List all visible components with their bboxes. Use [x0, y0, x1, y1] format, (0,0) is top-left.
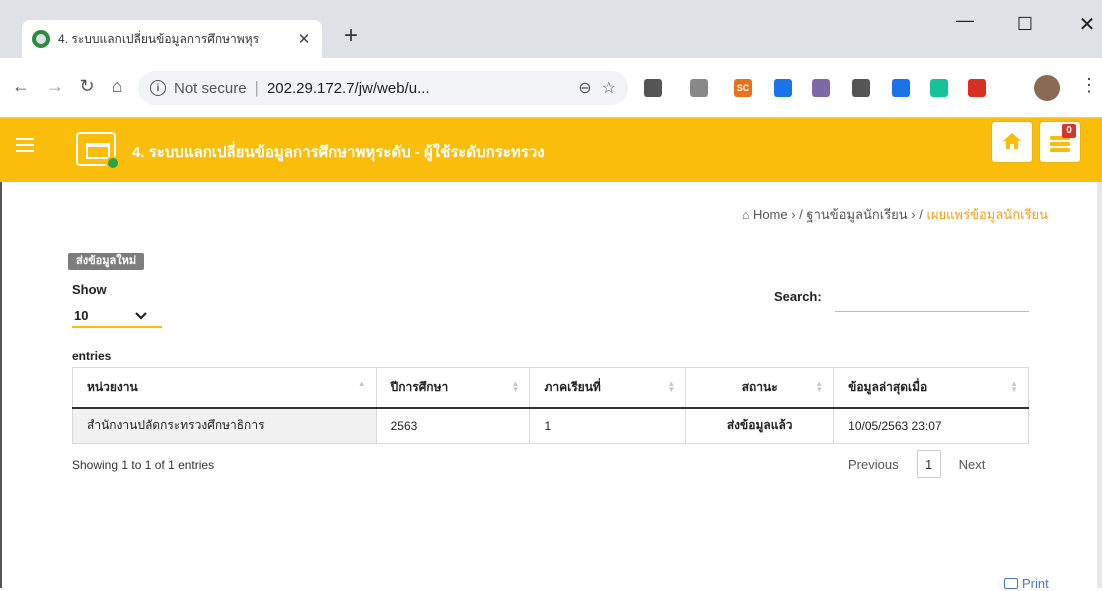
- data-table: หน่วยงาน ▲ ปีการศึกษา ▲ ▼ ภาคเรียนที่ ▲ ▼ สถา…: [72, 367, 1029, 444]
- sort-icon: ▲ ▼: [1010, 379, 1018, 394]
- hamburger-menu-icon[interactable]: [16, 138, 34, 152]
- profile-avatar[interactable]: [1034, 75, 1060, 101]
- header-home-button[interactable]: [992, 122, 1032, 162]
- m-extension-icon[interactable]: [968, 79, 986, 97]
- close-tab-icon[interactable]: ✕: [296, 30, 312, 48]
- home-icon: [1003, 133, 1021, 149]
- column-label: ข้อมูลล่าสุดเมื่อ: [848, 379, 928, 394]
- security-label: Not secure: [174, 79, 247, 97]
- previous-page-button[interactable]: Previous: [848, 457, 899, 472]
- page-scrollbar[interactable]: [1097, 182, 1102, 588]
- url-text[interactable]: 202.29.172.7/jw/web/u...: [267, 80, 568, 97]
- breadcrumb-home-link[interactable]: Home: [753, 207, 788, 222]
- breadcrumb-separator: › /: [907, 207, 927, 222]
- column-label: หน่วยงาน: [87, 379, 138, 394]
- home-icon[interactable]: ⌂: [106, 76, 128, 97]
- printer-icon: [1004, 578, 1018, 589]
- reload-icon[interactable]: ↻: [76, 76, 98, 97]
- send-new-data-button[interactable]: ส่งข้อมูลใหม่: [68, 253, 145, 270]
- column-header-academic-year[interactable]: ปีการศึกษา ▲ ▼: [375, 367, 531, 409]
- column-label: ปีการศึกษา: [390, 379, 449, 394]
- zoom-icon[interactable]: ⊖: [578, 78, 591, 98]
- cell-agency: สำนักงานปลัดกระทรวงศึกษาธิการ: [72, 407, 377, 444]
- database-icon-bar: [1050, 148, 1070, 152]
- search-input[interactable]: [835, 288, 1029, 312]
- cell-academic-year: 2563: [375, 407, 531, 444]
- column-header-last-updated[interactable]: ข้อมูลล่าสุดเมื่อ ▲ ▼: [833, 367, 1029, 409]
- new-tab-button[interactable]: +: [344, 24, 358, 48]
- o-extension-icon[interactable]: [774, 79, 792, 97]
- site-favicon-icon: [32, 30, 50, 48]
- browser-tab[interactable]: 4. ระบบแลกเปลี่ยนข้อมูลการศึกษาพหุร ✕: [22, 20, 322, 58]
- maximize-icon[interactable]: ☐: [1010, 14, 1040, 35]
- table-row[interactable]: สำนักงานปลัดกระทรวงศึกษาธิการ 2563 1 ส่ง…: [72, 407, 1029, 444]
- chat-extension-icon[interactable]: [644, 79, 662, 97]
- cell-last-updated: 10/05/2563 23:07: [833, 407, 1029, 444]
- more-menu-icon[interactable]: ⋮: [1080, 75, 1098, 96]
- notes-extension-icon[interactable]: [690, 79, 708, 97]
- column-label: ภาคเรียนที่: [544, 379, 601, 394]
- database-icon-bar: [1050, 142, 1070, 146]
- breadcrumb-current: เผยแพร่ข้อมูลนักเรียน: [926, 207, 1048, 222]
- cell-status: ส่งข้อมูลแล้ว: [685, 407, 835, 444]
- page-length-select[interactable]: 10: [72, 306, 162, 328]
- back-arrow-icon[interactable]: ←: [10, 76, 32, 97]
- speed-extension-icon[interactable]: [852, 79, 870, 97]
- app-header: 4. ระบบแลกเปลี่ยนข้อมูลการศึกษาพหุระดับ …: [0, 118, 1102, 182]
- breadcrumb-level1-link[interactable]: ฐานข้อมูลนักเรียน: [806, 207, 907, 222]
- address-bar[interactable]: i Not secure | 202.29.172.7/jw/web/u... …: [138, 71, 628, 105]
- column-header-semester[interactable]: ภาคเรียนที่ ▲ ▼: [529, 367, 687, 409]
- pagination: Previous 1 Next: [848, 450, 985, 478]
- info-icon[interactable]: i: [150, 80, 166, 96]
- next-page-button[interactable]: Next: [959, 457, 986, 472]
- show-label: Show: [72, 282, 107, 297]
- notification-badge: 0: [1062, 124, 1076, 138]
- cap-extension-icon[interactable]: [892, 79, 910, 97]
- breadcrumb: ⌂ Home › / ฐานข้อมูลนักเรียน › / เผยแพร่…: [742, 204, 1048, 225]
- sort-asc-icon: ▲: [357, 379, 366, 388]
- header-database-button[interactable]: 0: [1040, 122, 1080, 162]
- minimize-icon[interactable]: —: [950, 10, 980, 31]
- search-label: Search:: [774, 289, 822, 304]
- sort-icon: ▲ ▼: [667, 379, 676, 394]
- chevron-down-icon: [135, 312, 147, 320]
- page-1-button[interactable]: 1: [916, 450, 941, 478]
- entries-label: entries: [72, 349, 112, 363]
- browser-tabstrip: 4. ระบบแลกเปลี่ยนข้อมูลการศึกษาพหุร ✕ + …: [0, 0, 1102, 58]
- check-badge-icon: [106, 156, 120, 170]
- app-title: 4. ระบบแลกเปลี่ยนข้อมูลการศึกษาพหุระดับ …: [132, 144, 545, 161]
- grammarly-extension-icon[interactable]: [930, 79, 948, 97]
- column-header-agency[interactable]: หน่วยงาน ▲: [72, 367, 377, 409]
- address-separator: |: [254, 78, 259, 97]
- print-button[interactable]: Print: [1004, 576, 1049, 591]
- column-label: สถานะ: [741, 379, 778, 394]
- app-logo-icon: [76, 132, 120, 170]
- pdf-extension-icon[interactable]: [812, 79, 830, 97]
- sort-icon: ▲ ▼: [815, 379, 824, 394]
- column-header-status[interactable]: สถานะ ▲ ▼: [685, 367, 835, 409]
- forward-arrow-icon[interactable]: →: [44, 76, 66, 97]
- tab-title: 4. ระบบแลกเปลี่ยนข้อมูลการศึกษาพหุร: [58, 31, 260, 46]
- bookmark-star-icon[interactable]: ☆: [602, 78, 616, 98]
- window-close-icon[interactable]: ✕: [1072, 12, 1102, 37]
- browser-toolbar: ← → ↻ ⌂ i Not secure | 202.29.172.7/jw/w…: [0, 58, 1102, 118]
- breadcrumb-separator: › /: [787, 207, 807, 222]
- sort-icon: ▲ ▼: [511, 379, 520, 394]
- cell-semester: 1: [529, 407, 687, 444]
- sc-extension-icon[interactable]: SC: [734, 79, 752, 97]
- table-header-row: หน่วยงาน ▲ ปีการศึกษา ▲ ▼ ภาคเรียนที่ ▲ ▼ สถา…: [72, 367, 1029, 409]
- page-left-border: [0, 182, 2, 588]
- page-length-value: 10: [74, 308, 89, 323]
- table-info: Showing 1 to 1 of 1 entries: [72, 458, 215, 472]
- print-label: Print: [1022, 576, 1049, 591]
- breadcrumb-home-icon: ⌂: [742, 208, 750, 222]
